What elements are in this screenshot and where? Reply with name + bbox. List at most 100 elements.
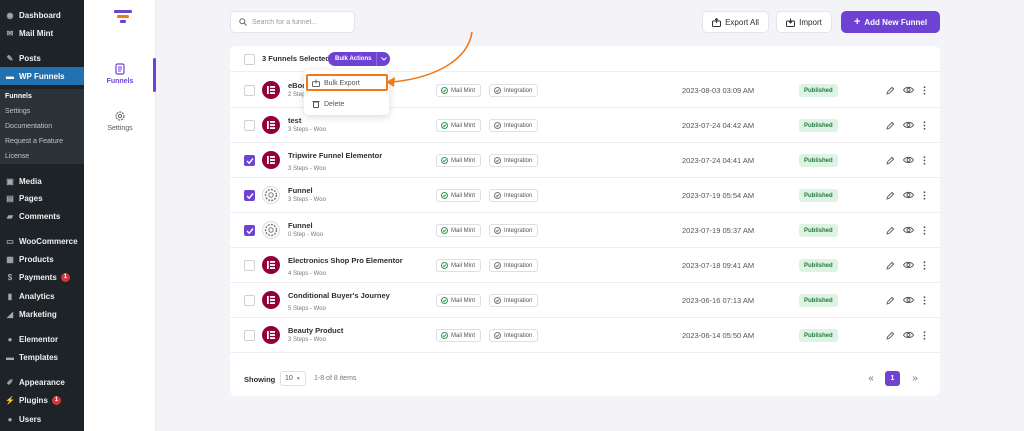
row-checkbox[interactable] bbox=[244, 190, 255, 201]
funnel-name[interactable]: Conditional Buyer's Journey bbox=[288, 291, 418, 301]
edit-pencil-icon[interactable] bbox=[884, 224, 896, 236]
view-eye-icon[interactable] bbox=[902, 224, 914, 236]
view-eye-icon[interactable] bbox=[902, 154, 914, 166]
plug-icon: ⚡ bbox=[5, 395, 15, 405]
menu-media[interactable]: ▣ Media bbox=[0, 172, 84, 190]
funnel-name[interactable]: Beauty Product bbox=[288, 326, 418, 336]
check-circle-icon bbox=[441, 192, 448, 199]
select-all-checkbox[interactable] bbox=[244, 54, 255, 65]
view-eye-icon[interactable] bbox=[902, 294, 914, 306]
edit-pencil-icon[interactable] bbox=[884, 294, 896, 306]
menu-templates[interactable]: ▬ Templates bbox=[0, 348, 84, 366]
menu-payments[interactable]: $ Payments 1 bbox=[0, 268, 84, 286]
funnel-date: 2023-06-16 07:13 AM bbox=[682, 296, 755, 305]
table-row[interactable]: Funnel 3 Steps - Woo Mail Mint Integrati… bbox=[230, 178, 940, 213]
edit-pencil-icon[interactable] bbox=[884, 259, 896, 271]
settings-gear-icon bbox=[115, 111, 125, 121]
more-options-icon[interactable] bbox=[918, 259, 930, 271]
row-checkbox[interactable] bbox=[244, 225, 255, 236]
menu-posts[interactable]: ✎ Posts bbox=[0, 49, 84, 67]
pages-icon: ▤ bbox=[6, 193, 14, 203]
funnel-steps: 2 Step bbox=[288, 92, 306, 98]
per-page-select[interactable]: 10 ▼ bbox=[280, 371, 306, 386]
funnel-gear-icon bbox=[262, 186, 280, 204]
edit-pencil-icon[interactable] bbox=[884, 119, 896, 131]
menu-woocommerce[interactable]: ▭ WooCommerce bbox=[0, 232, 84, 250]
more-options-icon[interactable] bbox=[918, 294, 930, 306]
check-circle-icon bbox=[441, 297, 448, 304]
menu-mail-mint[interactable]: ✉ Mail Mint bbox=[0, 24, 84, 42]
nav-settings[interactable]: Settings bbox=[84, 110, 156, 132]
funnel-name[interactable]: Funnel bbox=[288, 221, 418, 231]
table-row[interactable]: Funnel 0 Step - Woo Mail Mint Integratio… bbox=[230, 213, 940, 248]
search-box bbox=[230, 11, 355, 33]
next-page-icon[interactable]: » bbox=[908, 371, 922, 385]
menu-appearance[interactable]: ✐ Appearance bbox=[0, 373, 84, 391]
edit-pencil-icon[interactable] bbox=[884, 189, 896, 201]
menu-plugins[interactable]: ⚡ Plugins 1 bbox=[0, 391, 84, 409]
submenu-settings[interactable]: Settings bbox=[0, 104, 84, 119]
menu-analytics[interactable]: ▮ Analytics bbox=[0, 287, 84, 305]
more-options-icon[interactable] bbox=[918, 84, 930, 96]
submenu-license[interactable]: License bbox=[0, 149, 84, 164]
menu-products[interactable]: ▦ Products bbox=[0, 250, 84, 268]
prev-page-icon[interactable]: « bbox=[864, 371, 878, 385]
menu-marketing[interactable]: ◢ Marketing bbox=[0, 305, 84, 323]
delete-option[interactable]: Delete bbox=[304, 95, 389, 113]
dashboard-icon: ◉ bbox=[6, 10, 14, 20]
menu-dashboard[interactable]: ◉ Dashboard bbox=[0, 6, 84, 24]
check-circle-icon bbox=[494, 122, 501, 129]
nav-funnels[interactable]: Funnels bbox=[84, 63, 156, 85]
table-row[interactable]: Beauty Product 3 Steps - Woo Mail Mint I… bbox=[230, 318, 940, 353]
row-checkbox[interactable] bbox=[244, 120, 255, 131]
menu-wp-funnels[interactable]: ▬ WP Funnels bbox=[0, 67, 84, 85]
check-circle-icon bbox=[494, 192, 501, 199]
menu-users[interactable]: ● Users bbox=[0, 410, 84, 428]
menu-elementor[interactable]: ● Elementor bbox=[0, 330, 84, 348]
submenu-funnels[interactable]: Funnels bbox=[0, 89, 84, 104]
export-all-button[interactable]: Export All bbox=[702, 11, 769, 33]
view-eye-icon[interactable] bbox=[902, 329, 914, 341]
row-checkbox[interactable] bbox=[244, 260, 255, 271]
items-range: 1-8 of 8 items bbox=[314, 375, 357, 382]
menu-pages[interactable]: ▤ Pages bbox=[0, 189, 84, 207]
plus-icon: + bbox=[853, 16, 861, 28]
edit-pencil-icon[interactable] bbox=[884, 84, 896, 96]
funnel-name[interactable]: Funnel bbox=[288, 186, 418, 196]
row-checkbox[interactable] bbox=[244, 85, 255, 96]
funnel-steps: 3 Steps - Woo bbox=[288, 166, 326, 172]
integration-badge: Integration bbox=[489, 294, 539, 307]
table-row[interactable]: Tripwire Funnel Elementor 3 Steps - Woo … bbox=[230, 143, 940, 178]
submenu-documentation[interactable]: Documentation bbox=[0, 119, 84, 134]
table-row[interactable]: Electronics Shop Pro Elementor 4 Steps -… bbox=[230, 248, 940, 283]
plugins-badge: 1 bbox=[51, 395, 61, 405]
funnel-name[interactable]: Tripwire Funnel Elementor bbox=[288, 151, 418, 161]
view-eye-icon[interactable] bbox=[902, 84, 914, 96]
table-row[interactable]: Conditional Buyer's Journey 5 Steps - Wo… bbox=[230, 283, 940, 318]
row-checkbox[interactable] bbox=[244, 295, 255, 306]
import-button[interactable]: Import bbox=[776, 11, 832, 33]
row-checkbox[interactable] bbox=[244, 155, 255, 166]
more-options-icon[interactable] bbox=[918, 189, 930, 201]
more-options-icon[interactable] bbox=[918, 154, 930, 166]
more-options-icon[interactable] bbox=[918, 329, 930, 341]
current-page-button[interactable]: 1 bbox=[885, 371, 900, 386]
funnel-date: 2023-07-18 09:41 AM bbox=[682, 261, 755, 270]
submenu-request-feature[interactable]: Request a Feature bbox=[0, 134, 84, 149]
integration-badge: Integration bbox=[489, 84, 539, 97]
menu-comments[interactable]: ▰ Comments bbox=[0, 207, 84, 225]
edit-pencil-icon[interactable] bbox=[884, 154, 896, 166]
row-checkbox[interactable] bbox=[244, 330, 255, 341]
view-eye-icon[interactable] bbox=[902, 119, 914, 131]
funnel-name[interactable]: test bbox=[288, 116, 418, 126]
more-options-icon[interactable] bbox=[918, 224, 930, 236]
funnel-gear-icon bbox=[262, 221, 280, 239]
view-eye-icon[interactable] bbox=[902, 259, 914, 271]
view-eye-icon[interactable] bbox=[902, 189, 914, 201]
more-options-icon[interactable] bbox=[918, 119, 930, 131]
add-new-funnel-button[interactable]: + Add New Funnel bbox=[841, 11, 940, 33]
search-input[interactable] bbox=[252, 18, 347, 26]
edit-pencil-icon[interactable] bbox=[884, 329, 896, 341]
funnel-name[interactable]: Electronics Shop Pro Elementor bbox=[288, 256, 418, 266]
selected-count: 3 Funnels Selected bbox=[262, 54, 330, 63]
